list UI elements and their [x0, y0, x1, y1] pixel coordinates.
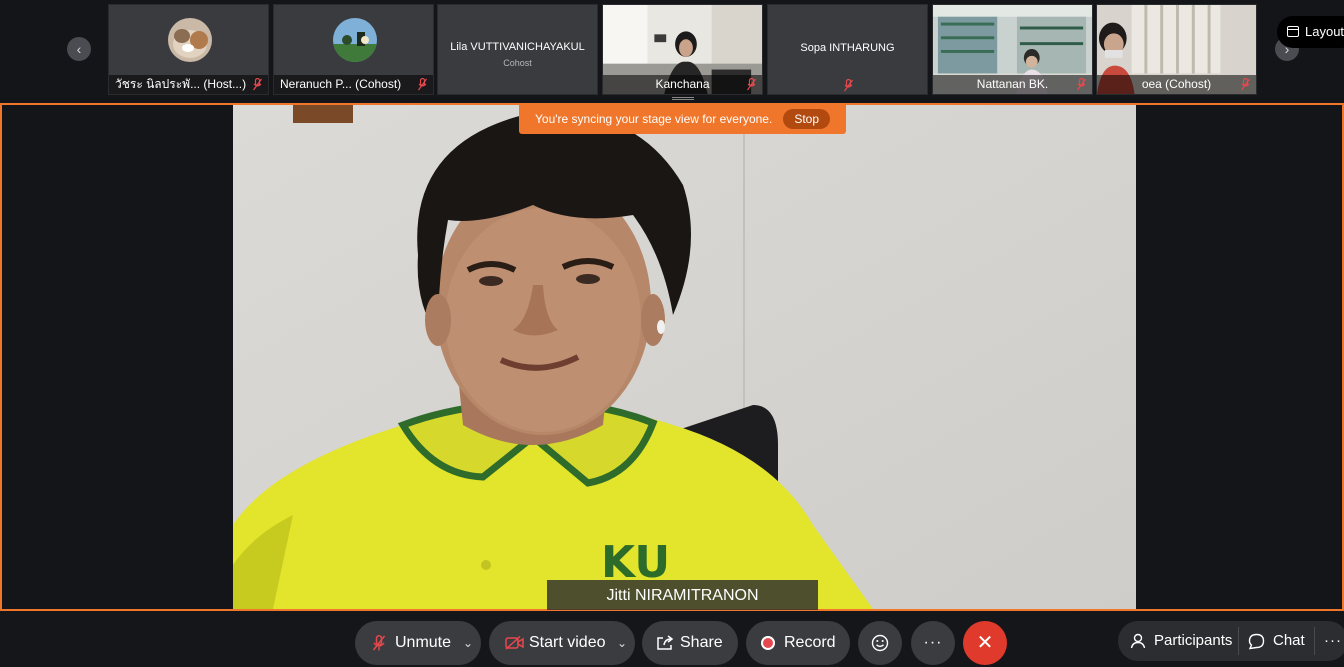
participant-label: Kanchana	[603, 75, 762, 94]
participant-tile[interactable]: วัชระ นิลประพั... (Host...)	[108, 4, 269, 95]
previous-page-button[interactable]: ‹	[67, 37, 91, 61]
participant-name: Neranuch P... (Cohost)	[280, 77, 402, 91]
speaker-video: KU	[233, 105, 1136, 609]
participant-name: oea (Cohost)	[1141, 77, 1212, 91]
chat-label: Chat	[1273, 632, 1305, 649]
leave-meeting-button[interactable]: ✕	[963, 621, 1007, 665]
participants-button[interactable]: Participants	[1130, 621, 1238, 661]
divider	[1314, 627, 1315, 655]
sync-banner: You're syncing your stage view for every…	[519, 104, 846, 134]
chevron-down-icon[interactable]: ⌄	[463, 621, 473, 665]
speaker-name-tag: Jitti NIRAMITRANON	[547, 580, 818, 610]
stage-view: KU	[0, 103, 1344, 611]
share-icon	[657, 635, 674, 650]
participant-name: Sopa INTHARUNG	[800, 42, 895, 54]
participant-role: Cohost	[503, 58, 532, 68]
share-button[interactable]: Share	[642, 621, 738, 665]
layout-icon	[1287, 26, 1299, 37]
chat-button[interactable]: Chat	[1248, 621, 1308, 661]
record-icon	[761, 636, 775, 650]
muted-mic-icon	[373, 635, 385, 651]
participant-label: Nattanan BK.	[933, 75, 1092, 94]
stop-sync-button[interactable]: Stop	[783, 109, 830, 129]
share-label: Share	[680, 634, 723, 651]
smiley-icon	[871, 634, 889, 652]
participant-label: Neranuch P... (Cohost)	[274, 75, 433, 94]
meeting-toolbar: Unmute ⌄ Start video ⌄ Share Record ··· …	[0, 613, 1344, 667]
more-panels-button[interactable]: ···	[1324, 621, 1344, 661]
participant-label: วัชระ นิลประพั... (Host...)	[109, 75, 268, 94]
resize-grip-handle[interactable]	[672, 97, 694, 100]
participant-name: Nattanan BK.	[976, 77, 1049, 91]
participant-tile[interactable]: Nattanan BK.	[932, 4, 1093, 95]
unmute-button[interactable]: Unmute ⌄	[355, 621, 481, 665]
muted-mic-icon	[1241, 78, 1250, 91]
reactions-button[interactable]	[858, 621, 902, 665]
muted-mic-icon	[418, 78, 427, 91]
muted-mic-icon	[844, 79, 853, 92]
participants-label: Participants	[1154, 632, 1233, 649]
participant-tile[interactable]: Kanchana	[602, 4, 763, 95]
participant-tile[interactable]: Lila VUTTIVANICHAYAKUL Cohost	[437, 4, 598, 95]
speaker-video-frame: KU	[233, 105, 1136, 609]
participants-icon	[1130, 633, 1146, 649]
video-off-icon	[505, 636, 524, 650]
participant-tile[interactable]: Neranuch P... (Cohost)	[273, 4, 434, 95]
more-options-button[interactable]: ···	[911, 621, 955, 665]
start-video-label: Start video	[529, 634, 606, 651]
participant-strip: ‹ วัชระ นิลประพั... (Host...) Neranuch P…	[0, 0, 1344, 100]
record-label: Record	[784, 634, 836, 651]
record-button[interactable]: Record	[746, 621, 850, 665]
sync-message: You're syncing your stage view for every…	[535, 112, 773, 126]
panel-buttons: Participants Chat ···	[1118, 621, 1344, 661]
start-video-button[interactable]: Start video ⌄	[489, 621, 635, 665]
divider	[1238, 627, 1239, 655]
chat-icon	[1248, 633, 1265, 650]
avatar	[168, 18, 212, 62]
participant-name: Kanchana	[655, 77, 710, 91]
muted-mic-icon	[253, 78, 262, 91]
muted-mic-icon	[747, 78, 756, 91]
participant-name: Lila VUTTIVANICHAYAKUL	[450, 41, 585, 53]
avatar	[333, 18, 377, 62]
muted-mic-icon	[1077, 78, 1086, 91]
participant-tile[interactable]: oea (Cohost)	[1096, 4, 1257, 95]
chevron-down-icon[interactable]: ⌄	[617, 621, 627, 665]
layout-label: Layout	[1305, 24, 1344, 39]
participant-tile[interactable]: Sopa INTHARUNG	[767, 4, 928, 95]
meeting-window: ‹ วัชระ นิลประพั... (Host...) Neranuch P…	[0, 0, 1344, 667]
layout-button[interactable]: Layout	[1277, 16, 1344, 48]
participant-label: oea (Cohost)	[1097, 75, 1256, 94]
unmute-label: Unmute	[395, 634, 452, 651]
participant-name: วัชระ นิลประพั... (Host...)	[115, 77, 247, 91]
